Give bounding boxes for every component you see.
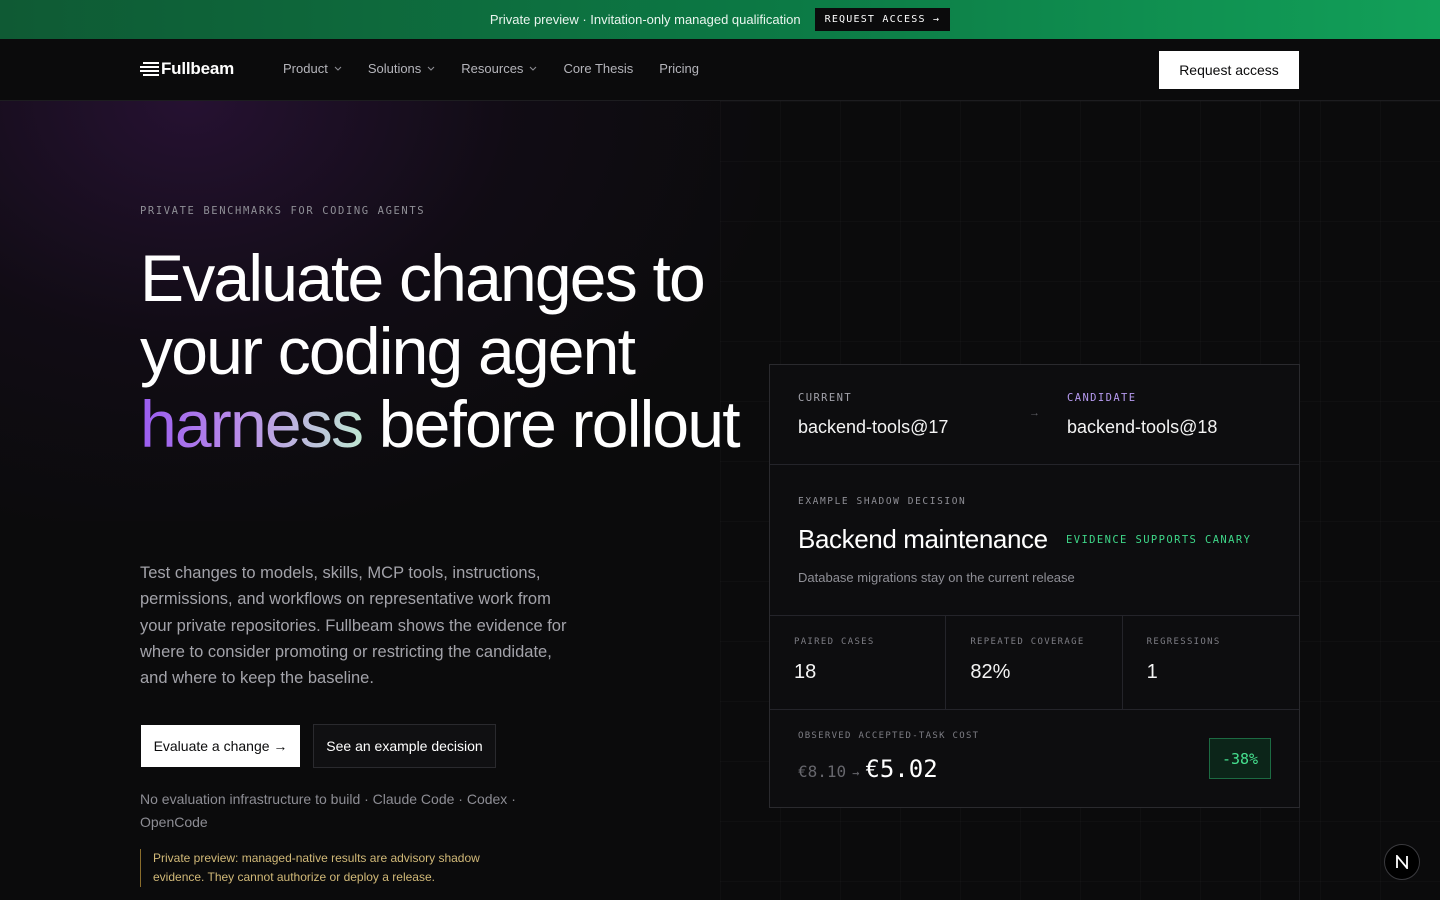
decision-card: CURRENT backend-tools@17 → CANDIDATE bac… xyxy=(769,364,1300,808)
nav-item-core-thesis[interactable]: Core Thesis xyxy=(563,61,633,76)
metric-value: 18 xyxy=(794,661,817,683)
n-glyph-icon xyxy=(1396,855,1408,869)
supported-tools-text: No evaluation infrastructure to build · … xyxy=(140,791,516,830)
shadow-decision: EXAMPLE SHADOW DECISION Backend maintena… xyxy=(770,465,1299,616)
metric-repeated-coverage: REPEATED COVERAGE 82% xyxy=(946,616,1123,710)
arrow-right-icon: → xyxy=(1029,407,1040,419)
request-access-button[interactable]: Request access xyxy=(1159,51,1299,89)
chevron-down-icon xyxy=(334,66,342,71)
example-decision-button[interactable]: See an example decision xyxy=(313,724,496,768)
current-version: backend-tools@17 xyxy=(798,417,949,437)
nav-item-label: Pricing xyxy=(659,61,700,76)
cost-old: €8.10 xyxy=(798,762,847,781)
metric-paired-cases: PAIRED CASES 18 xyxy=(770,616,947,710)
nav-item-label: Solutions xyxy=(367,61,422,76)
announcement-bar: Private preview · Invitation-only manage… xyxy=(0,0,1440,39)
cost-values: €8.10 → €5.02 xyxy=(798,755,938,783)
cost-label: OBSERVED ACCEPTED-TASK COST xyxy=(798,731,980,741)
metric-value: 82% xyxy=(970,661,1011,683)
metrics-row: PAIRED CASES 18 REPEATED COVERAGE 82% RE… xyxy=(770,616,1299,710)
nav-item-label: Core Thesis xyxy=(563,61,634,76)
hero-headline: Evaluate changes to your coding agent ha… xyxy=(140,241,741,461)
request-access-banner-button[interactable]: REQUEST ACCESS → xyxy=(814,8,951,31)
current-label: CURRENT xyxy=(798,392,853,404)
metric-label: REGRESSIONS xyxy=(1146,637,1221,647)
example-label: EXAMPLE SHADOW DECISION xyxy=(798,496,967,507)
cost-new: €5.02 xyxy=(865,755,938,783)
announcement-text: Private preview · Invitation-only manage… xyxy=(489,12,801,27)
candidate-version: backend-tools@18 xyxy=(1067,417,1218,437)
metric-label: REPEATED COVERAGE xyxy=(970,637,1085,647)
version-comparison: CURRENT backend-tools@17 → CANDIDATE bac… xyxy=(770,365,1299,465)
cost-delta-badge: -38% xyxy=(1209,738,1271,779)
logo-link[interactable]: Fullbeam xyxy=(140,59,234,79)
headline-text-end: before rollout xyxy=(362,387,741,461)
metric-regressions: REGRESSIONS 1 xyxy=(1123,616,1299,710)
top-nav: Fullbeam Product Solutions Resources Cor… xyxy=(0,39,1440,101)
nav-links: Product Solutions Resources Core Thesis … xyxy=(283,61,699,76)
nav-item-solutions[interactable]: Solutions xyxy=(368,61,435,76)
example-title: Backend maintenance xyxy=(798,524,1048,554)
example-description: Database migrations stay on the current … xyxy=(798,570,1075,585)
headline-accent: harness xyxy=(140,387,364,461)
arrow-right-icon: → xyxy=(852,766,860,780)
n-logo-icon[interactable] xyxy=(1384,844,1420,880)
cost-row: OBSERVED ACCEPTED-TASK COST €8.10 → €5.0… xyxy=(770,710,1299,807)
evaluate-change-button[interactable]: Evaluate a change → xyxy=(141,725,300,767)
status-badge: EVIDENCE SUPPORTS CANARY xyxy=(1066,534,1252,546)
logo-text: Fullbeam xyxy=(161,59,235,78)
metric-value: 1 xyxy=(1146,661,1158,683)
nav-item-product[interactable]: Product xyxy=(283,61,342,76)
nav-item-label: Product xyxy=(283,61,328,76)
candidate-label: CANDIDATE xyxy=(1067,392,1137,404)
headline-text: Evaluate changes to your coding agent xyxy=(140,241,706,388)
hero-description: Test changes to models, skills, MCP tool… xyxy=(140,564,567,688)
nav-item-label: Resources xyxy=(461,61,524,76)
hero-eyebrow: PRIVATE BENCHMARKS FOR CODING AGENTS xyxy=(140,205,426,217)
nav-item-resources[interactable]: Resources xyxy=(461,61,537,76)
preview-notice: Private preview: managed-native results … xyxy=(140,849,520,887)
nav-item-pricing[interactable]: Pricing xyxy=(659,61,699,76)
chevron-down-icon xyxy=(530,66,537,71)
chevron-down-icon xyxy=(427,66,435,71)
fullbeam-lines-icon xyxy=(140,62,159,76)
metric-label: PAIRED CASES xyxy=(794,637,875,647)
